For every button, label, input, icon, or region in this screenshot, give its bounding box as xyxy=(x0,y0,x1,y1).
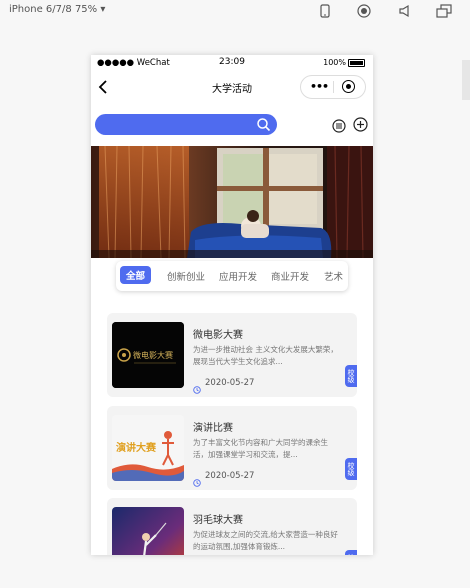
scrollbar[interactable] xyxy=(462,60,470,100)
thumbnail-text: 演讲大赛 xyxy=(116,441,157,454)
tab-art[interactable]: 艺术 xyxy=(324,269,343,283)
close-program-icon[interactable] xyxy=(342,80,355,93)
level-badge: 校级 xyxy=(345,365,357,387)
activity-card[interactable]: 演讲大赛 演讲比赛 为了丰富文化节内容和广大同学的课余生活，加强课堂学习和交流，… xyxy=(107,406,357,490)
devtools-toolbar: iPhone 6/7/8 75% ▾ xyxy=(0,0,470,22)
activity-title: 微电影大赛 xyxy=(193,330,243,341)
thumbnail-text: 微电影大赛 xyxy=(133,350,173,360)
battery-icon xyxy=(348,59,365,67)
more-icon[interactable]: ••• xyxy=(310,80,329,93)
activity-card[interactable]: 羽毛球大赛 为促进球友之间的交流,给大家营造一种良好的运动氛围,加强体育锻炼..… xyxy=(107,498,357,555)
nav-bar: 大学活动 ••• xyxy=(91,71,373,103)
activity-card[interactable]: 微电影大赛 微电影大赛 为进一步推动社会 主义文化大发展大繁荣，展现当代大学生文… xyxy=(107,313,357,397)
activity-description: 为了丰富文化节内容和广大同学的课余生活，加强课堂学习和交流，提... xyxy=(193,438,328,459)
list-icon[interactable] xyxy=(332,118,346,133)
tab-all[interactable]: 全部 xyxy=(120,266,152,284)
volume-icon[interactable] xyxy=(397,3,413,19)
record-icon[interactable] xyxy=(356,3,372,19)
device-selector[interactable]: iPhone 6/7/8 75% ▾ xyxy=(9,4,105,15)
activity-thumbnail: 微电影大赛 xyxy=(112,322,184,388)
search-icon[interactable] xyxy=(256,117,271,132)
clock-icon xyxy=(193,472,201,487)
activity-description: 为进一步推动社会 主义文化大发展大繁荣，展现当代大学生文化追求... xyxy=(193,345,338,366)
phone-icon[interactable] xyxy=(317,3,333,19)
search-input[interactable] xyxy=(95,114,277,135)
tab-business-dev[interactable]: 商业开发 xyxy=(271,269,309,283)
tab-innovation[interactable]: 创新创业 xyxy=(167,269,205,283)
activity-date: 2020-05-27 xyxy=(205,471,255,481)
level-badge: 校级 xyxy=(345,550,357,555)
window-icon[interactable] xyxy=(436,3,452,19)
banner-image[interactable] xyxy=(91,146,373,258)
activity-thumbnail: 演讲大赛 xyxy=(112,415,184,481)
level-badge: 校级 xyxy=(345,458,357,480)
status-bar: ●●●●● WeChat 23:09 100% xyxy=(91,55,373,71)
activity-title: 羽毛球大赛 xyxy=(193,515,243,526)
tab-app-dev[interactable]: 应用开发 xyxy=(219,269,257,283)
activity-thumbnail xyxy=(112,507,184,555)
activity-title: 演讲比赛 xyxy=(193,423,233,434)
activity-date: 2020-05-27 xyxy=(205,378,255,388)
add-icon[interactable] xyxy=(353,117,368,132)
battery-level: 100% xyxy=(323,58,346,67)
clock-icon xyxy=(193,379,201,394)
phone-simulator: ●●●●● WeChat 23:09 100% 大学活动 ••• 全部 创新创业… xyxy=(91,55,373,555)
mini-program-capsule: ••• xyxy=(300,75,366,99)
activity-description: 为促进球友之间的交流,给大家营造一种良好的运动氛围,加强体育锻炼... xyxy=(193,530,338,551)
category-tabs: 全部 创新创业 应用开发 商业开发 艺术 xyxy=(116,261,348,291)
